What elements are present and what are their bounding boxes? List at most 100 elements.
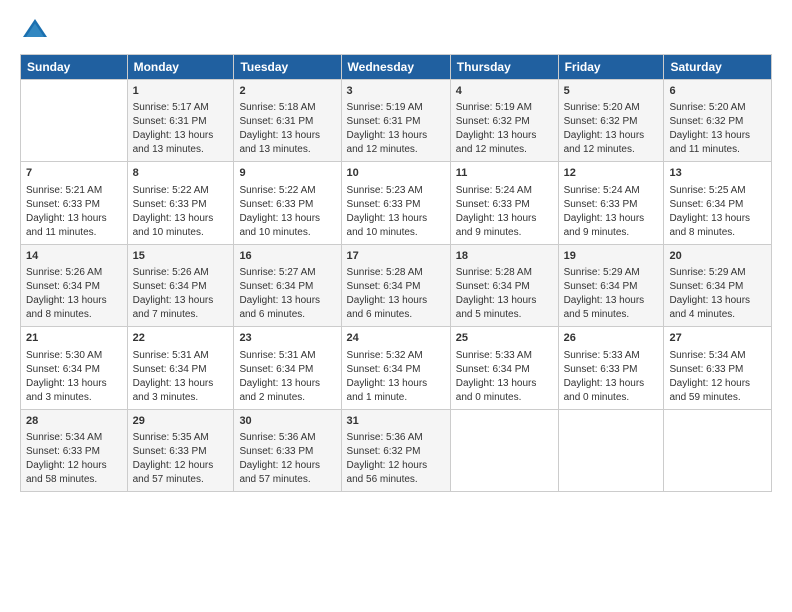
col-header-tuesday: Tuesday [234,55,341,80]
page-container: SundayMondayTuesdayWednesdayThursdayFrid… [0,0,792,612]
calendar-cell: 16 Sunrise: 5:27 AM Sunset: 6:34 PM Dayl… [234,244,341,326]
day-number: 22 [133,331,229,346]
calendar-table: SundayMondayTuesdayWednesdayThursdayFrid… [20,54,772,492]
sunset: Sunset: 6:33 PM [133,199,207,210]
daylight: Daylight: 13 hours and 0 minutes. [456,378,537,403]
calendar-cell: 25 Sunrise: 5:33 AM Sunset: 6:34 PM Dayl… [450,327,558,409]
sunrise: Sunrise: 5:33 AM [564,350,640,361]
sunrise: Sunrise: 5:31 AM [133,350,209,361]
daylight: Daylight: 13 hours and 3 minutes. [133,378,214,403]
sunrise: Sunrise: 5:21 AM [26,185,102,196]
calendar-cell: 12 Sunrise: 5:24 AM Sunset: 6:33 PM Dayl… [558,162,664,244]
week-row-5: 28 Sunrise: 5:34 AM Sunset: 6:33 PM Dayl… [21,409,772,491]
daylight: Daylight: 13 hours and 8 minutes. [26,295,107,320]
calendar-cell: 15 Sunrise: 5:26 AM Sunset: 6:34 PM Dayl… [127,244,234,326]
sunrise: Sunrise: 5:17 AM [133,102,209,113]
sunrise: Sunrise: 5:19 AM [347,102,423,113]
calendar-cell: 27 Sunrise: 5:34 AM Sunset: 6:33 PM Dayl… [664,327,772,409]
calendar-cell: 29 Sunrise: 5:35 AM Sunset: 6:33 PM Dayl… [127,409,234,491]
calendar-cell: 21 Sunrise: 5:30 AM Sunset: 6:34 PM Dayl… [21,327,128,409]
calendar-cell [450,409,558,491]
sunset: Sunset: 6:34 PM [239,281,313,292]
day-number: 13 [669,166,766,181]
calendar-cell: 31 Sunrise: 5:36 AM Sunset: 6:32 PM Dayl… [341,409,450,491]
daylight: Daylight: 13 hours and 0 minutes. [564,378,645,403]
sunset: Sunset: 6:34 PM [239,364,313,375]
calendar-cell: 5 Sunrise: 5:20 AM Sunset: 6:32 PM Dayli… [558,80,664,162]
day-number: 5 [564,84,659,99]
logo [20,16,54,46]
daylight: Daylight: 13 hours and 7 minutes. [133,295,214,320]
sunrise: Sunrise: 5:26 AM [133,267,209,278]
calendar-cell: 19 Sunrise: 5:29 AM Sunset: 6:34 PM Dayl… [558,244,664,326]
day-number: 7 [26,166,122,181]
sunrise: Sunrise: 5:20 AM [564,102,640,113]
day-number: 18 [456,249,553,264]
sunrise: Sunrise: 5:23 AM [347,185,423,196]
calendar-cell: 1 Sunrise: 5:17 AM Sunset: 6:31 PM Dayli… [127,80,234,162]
sunrise: Sunrise: 5:24 AM [564,185,640,196]
daylight: Daylight: 13 hours and 1 minute. [347,378,428,403]
daylight: Daylight: 13 hours and 6 minutes. [239,295,320,320]
col-header-monday: Monday [127,55,234,80]
calendar-cell: 28 Sunrise: 5:34 AM Sunset: 6:33 PM Dayl… [21,409,128,491]
sunset: Sunset: 6:31 PM [133,116,207,127]
day-number: 9 [239,166,335,181]
week-row-3: 14 Sunrise: 5:26 AM Sunset: 6:34 PM Dayl… [21,244,772,326]
header-row: SundayMondayTuesdayWednesdayThursdayFrid… [21,55,772,80]
day-number: 4 [456,84,553,99]
day-number: 24 [347,331,445,346]
calendar-cell: 26 Sunrise: 5:33 AM Sunset: 6:33 PM Dayl… [558,327,664,409]
sunset: Sunset: 6:33 PM [26,446,100,457]
sunset: Sunset: 6:33 PM [669,364,743,375]
calendar-cell: 20 Sunrise: 5:29 AM Sunset: 6:34 PM Dayl… [664,244,772,326]
daylight: Daylight: 13 hours and 12 minutes. [347,130,428,155]
calendar-cell: 23 Sunrise: 5:31 AM Sunset: 6:34 PM Dayl… [234,327,341,409]
col-header-sunday: Sunday [21,55,128,80]
daylight: Daylight: 13 hours and 11 minutes. [26,213,107,238]
day-number: 11 [456,166,553,181]
sunrise: Sunrise: 5:36 AM [239,432,315,443]
calendar-cell: 30 Sunrise: 5:36 AM Sunset: 6:33 PM Dayl… [234,409,341,491]
daylight: Daylight: 12 hours and 57 minutes. [133,460,214,485]
sunset: Sunset: 6:34 PM [347,281,421,292]
day-number: 8 [133,166,229,181]
daylight: Daylight: 13 hours and 2 minutes. [239,378,320,403]
day-number: 17 [347,249,445,264]
daylight: Daylight: 13 hours and 10 minutes. [239,213,320,238]
daylight: Daylight: 13 hours and 13 minutes. [239,130,320,155]
sunset: Sunset: 6:32 PM [564,116,638,127]
day-number: 29 [133,414,229,429]
col-header-saturday: Saturday [664,55,772,80]
sunset: Sunset: 6:33 PM [347,199,421,210]
day-number: 12 [564,166,659,181]
day-number: 28 [26,414,122,429]
page-header [20,16,772,46]
daylight: Daylight: 13 hours and 10 minutes. [347,213,428,238]
daylight: Daylight: 13 hours and 6 minutes. [347,295,428,320]
day-number: 31 [347,414,445,429]
daylight: Daylight: 13 hours and 4 minutes. [669,295,750,320]
daylight: Daylight: 13 hours and 12 minutes. [564,130,645,155]
calendar-cell: 3 Sunrise: 5:19 AM Sunset: 6:31 PM Dayli… [341,80,450,162]
day-number: 30 [239,414,335,429]
sunset: Sunset: 6:31 PM [347,116,421,127]
sunset: Sunset: 6:33 PM [564,364,638,375]
daylight: Daylight: 13 hours and 5 minutes. [564,295,645,320]
sunset: Sunset: 6:34 PM [26,364,100,375]
day-number: 27 [669,331,766,346]
sunrise: Sunrise: 5:33 AM [456,350,532,361]
sunrise: Sunrise: 5:26 AM [26,267,102,278]
calendar-cell [21,80,128,162]
sunrise: Sunrise: 5:30 AM [26,350,102,361]
calendar-cell: 10 Sunrise: 5:23 AM Sunset: 6:33 PM Dayl… [341,162,450,244]
sunset: Sunset: 6:34 PM [133,281,207,292]
sunset: Sunset: 6:33 PM [239,446,313,457]
sunrise: Sunrise: 5:20 AM [669,102,745,113]
sunrise: Sunrise: 5:22 AM [133,185,209,196]
sunset: Sunset: 6:33 PM [239,199,313,210]
col-header-thursday: Thursday [450,55,558,80]
daylight: Daylight: 13 hours and 11 minutes. [669,130,750,155]
daylight: Daylight: 13 hours and 8 minutes. [669,213,750,238]
sunrise: Sunrise: 5:34 AM [26,432,102,443]
